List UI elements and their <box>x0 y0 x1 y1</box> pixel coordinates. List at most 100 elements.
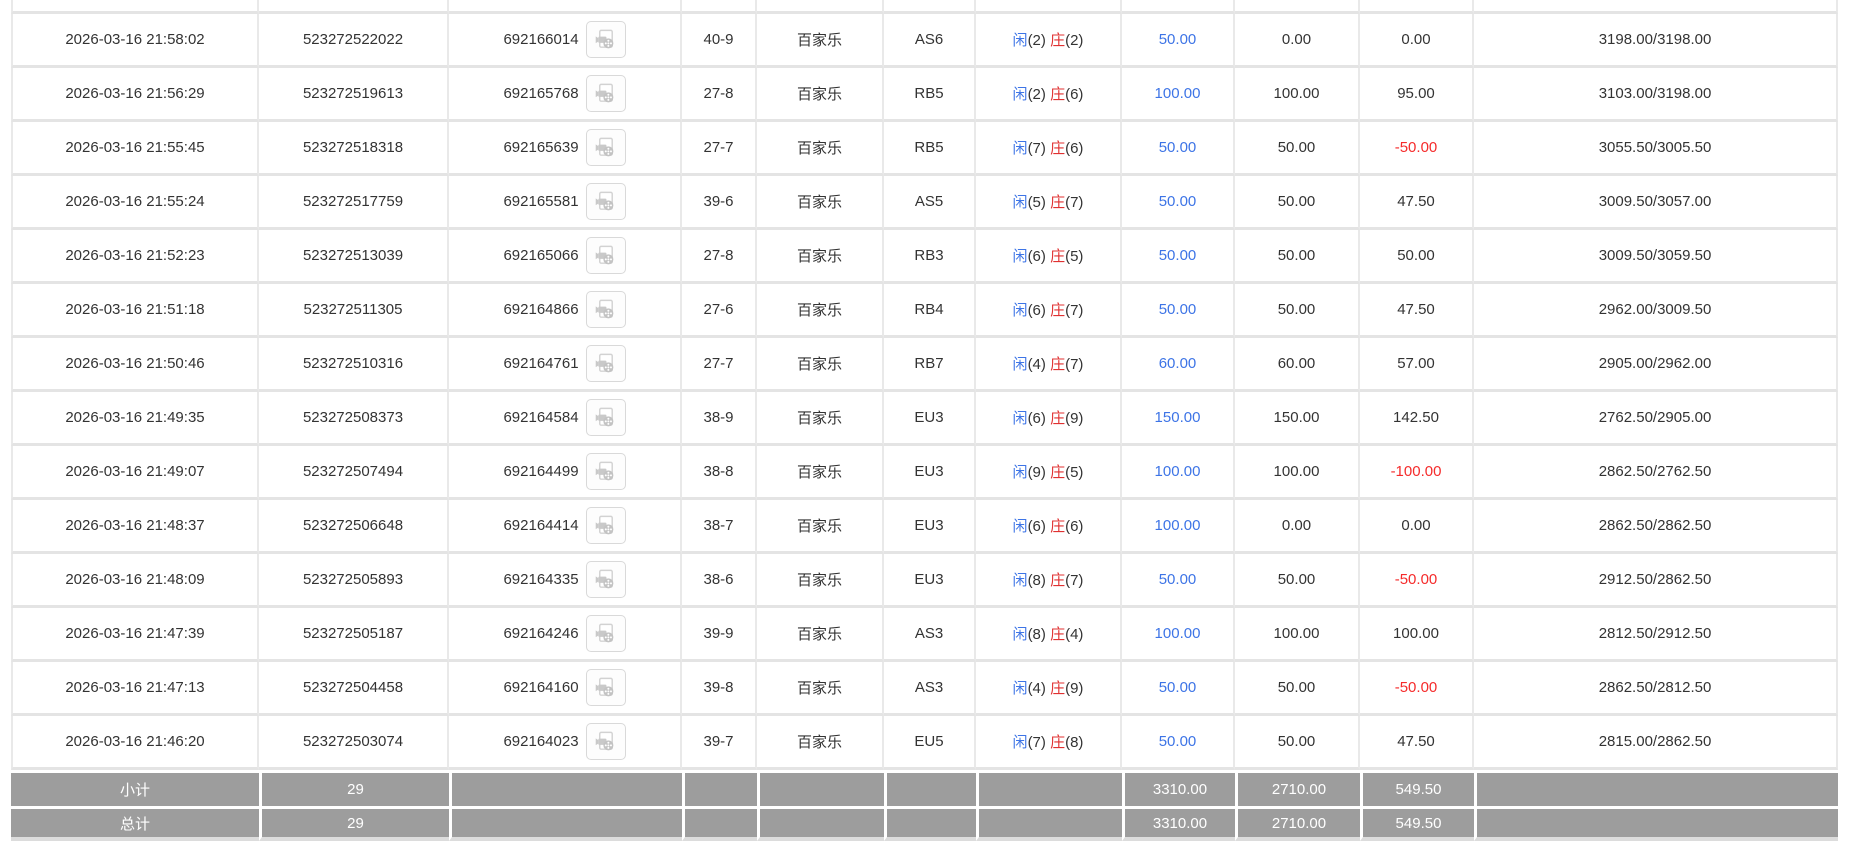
balance-cell: 2962.00/3009.50 <box>1474 284 1838 338</box>
banker-label: 庄 <box>1050 734 1065 751</box>
game-type-cell: 百家乐 <box>757 68 884 122</box>
video-replay-button[interactable] <box>586 75 626 112</box>
bet-id-cell: 523272503074 <box>259 716 449 770</box>
result-cell: 闲(2) 庄(2) <box>976 14 1122 68</box>
bet-amount-link[interactable]: 50.00 <box>1122 554 1235 608</box>
round-id-text: 692165639 <box>503 139 578 156</box>
video-replay-button[interactable] <box>586 507 626 544</box>
video-replay-button[interactable] <box>586 561 626 598</box>
banker-label: 庄 <box>1050 572 1065 589</box>
round-id-cell: 692164335 <box>449 554 682 608</box>
table-code-cell: RB4 <box>884 284 976 338</box>
video-replay-button[interactable] <box>586 345 626 382</box>
player-label: 闲 <box>1013 140 1028 157</box>
bet-amount-link[interactable]: 100.00 <box>1122 68 1235 122</box>
video-replay-button[interactable] <box>586 129 626 166</box>
player-label: 闲 <box>1013 32 1028 49</box>
bet-amount-link[interactable]: 50.00 <box>1122 14 1235 68</box>
video-replay-button[interactable] <box>586 21 626 58</box>
video-replay-button[interactable] <box>586 615 626 652</box>
summary-winloss-total-cell: 549.50 <box>1360 806 1474 841</box>
bet-time-cell: 2026-03-16 21:46:20 <box>11 716 259 770</box>
table-code-cell: RB3 <box>884 230 976 284</box>
player-count: (8) <box>1028 626 1046 643</box>
video-replay-icon <box>594 406 617 429</box>
valid-amount-cell: 0.00 <box>1235 500 1360 554</box>
result-cell: 闲(7) 庄(8) <box>976 716 1122 770</box>
bet-amount-link[interactable]: 60.00 <box>1122 338 1235 392</box>
player-count: (9) <box>1028 464 1046 481</box>
round-id-text: 692164414 <box>503 517 578 534</box>
player-label: 闲 <box>1013 86 1028 103</box>
round-id-cell: 692165581 <box>449 176 682 230</box>
bet-amount-link[interactable]: 50.00 <box>1122 284 1235 338</box>
player-label: 闲 <box>1013 410 1028 427</box>
banker-label: 庄 <box>1050 680 1065 697</box>
round-id-cell: 692164160 <box>449 662 682 716</box>
banker-label: 庄 <box>1050 626 1065 643</box>
video-replay-button[interactable] <box>586 183 626 220</box>
round-id-text: 692164335 <box>503 571 578 588</box>
bet-amount-link[interactable]: 50.00 <box>1122 176 1235 230</box>
summary-empty-cell <box>682 806 757 841</box>
banker-count: (5) <box>1065 248 1083 265</box>
bet-id-cell: 523272510316 <box>259 338 449 392</box>
player-count: (6) <box>1028 410 1046 427</box>
player-count: (7) <box>1028 140 1046 157</box>
result-cell: 闲(9) 庄(5) <box>976 446 1122 500</box>
table-code-cell: RB5 <box>884 122 976 176</box>
bet-amount-link[interactable]: 50.00 <box>1122 230 1235 284</box>
round-id-cell: 692164761 <box>449 338 682 392</box>
video-replay-button[interactable] <box>586 669 626 706</box>
round-id-cell: 692166014 <box>449 14 682 68</box>
bet-amount-link[interactable]: 50.00 <box>1122 122 1235 176</box>
table-code-cell: EU3 <box>884 500 976 554</box>
round-id-text: 692164761 <box>503 355 578 372</box>
valid-amount-cell: 60.00 <box>1235 338 1360 392</box>
winloss-cell: 50.00 <box>1360 230 1474 284</box>
video-replay-button[interactable] <box>586 237 626 274</box>
valid-amount-cell: 0.00 <box>1235 14 1360 68</box>
table-code-cell: RB5 <box>884 68 976 122</box>
bet-id-cell: 523272511305 <box>259 284 449 338</box>
table-round-cell: 39-6 <box>682 176 757 230</box>
video-replay-icon <box>594 568 617 591</box>
table-code-cell: EU5 <box>884 716 976 770</box>
balance-cell: 2905.00/2962.00 <box>1474 338 1838 392</box>
bet-amount-link[interactable]: 150.00 <box>1122 392 1235 446</box>
bet-table-body: 2026-03-16 21:58:02 523272522022 6921660… <box>11 0 1838 770</box>
video-replay-button[interactable] <box>586 453 626 490</box>
video-replay-button[interactable] <box>586 399 626 436</box>
bet-time-cell: 2026-03-16 21:48:09 <box>11 554 259 608</box>
bet-id-cell: 523272513039 <box>259 230 449 284</box>
table-round-cell: 27-7 <box>682 122 757 176</box>
banker-label: 庄 <box>1050 518 1065 535</box>
summary-bet-total-cell: 3310.00 <box>1122 770 1235 806</box>
video-replay-button[interactable] <box>586 723 626 760</box>
valid-amount-cell: 50.00 <box>1235 554 1360 608</box>
bet-record-row: 2026-03-16 21:51:18 523272511305 6921648… <box>11 284 1838 338</box>
round-id-text: 692164160 <box>503 679 578 696</box>
bet-id-cell: 523272507494 <box>259 446 449 500</box>
valid-amount-cell: 100.00 <box>1235 608 1360 662</box>
game-type-cell: 百家乐 <box>757 716 884 770</box>
bet-amount-link[interactable]: 100.00 <box>1122 500 1235 554</box>
round-id-text: 692165066 <box>503 247 578 264</box>
table-round-cell: 27-8 <box>682 68 757 122</box>
video-replay-icon <box>594 136 617 159</box>
bet-amount-link[interactable]: 50.00 <box>1122 716 1235 770</box>
summary-valid-total-cell: 2710.00 <box>1235 806 1360 841</box>
summary-count-cell: 29 <box>259 806 449 841</box>
player-label: 闲 <box>1013 680 1028 697</box>
banker-count: (7) <box>1065 302 1083 319</box>
bet-amount-link[interactable]: 50.00 <box>1122 662 1235 716</box>
bet-amount-link[interactable]: 100.00 <box>1122 608 1235 662</box>
video-replay-button[interactable] <box>586 291 626 328</box>
bet-amount-link[interactable]: 100.00 <box>1122 446 1235 500</box>
table-code-cell: RB7 <box>884 338 976 392</box>
video-replay-icon <box>594 298 617 321</box>
valid-amount-cell: 50.00 <box>1235 284 1360 338</box>
video-replay-icon <box>594 676 617 699</box>
table-round-cell: 39-8 <box>682 662 757 716</box>
table-round-cell: 39-9 <box>682 608 757 662</box>
